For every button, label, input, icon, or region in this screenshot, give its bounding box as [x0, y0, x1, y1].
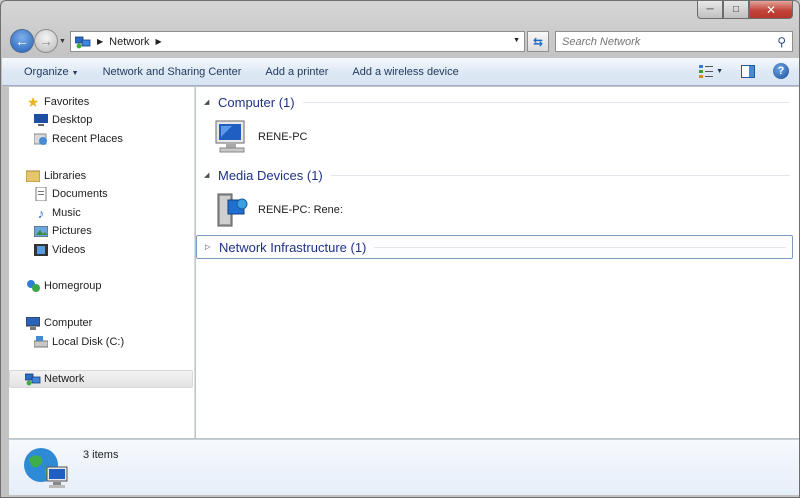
- nav-pictures-label: Pictures: [52, 225, 92, 237]
- network-item-rene-pc[interactable]: RENE-PC: [212, 117, 308, 157]
- nav-pictures[interactable]: Pictures: [33, 222, 92, 240]
- nav-favorites[interactable]: ★ Favorites: [25, 93, 90, 111]
- libraries-icon: [25, 168, 41, 184]
- computer-icon: [215, 120, 245, 153]
- nav-local-disk-label: Local Disk (C:): [52, 336, 125, 348]
- preview-pane-icon[interactable]: [741, 64, 755, 78]
- document-icon: [33, 186, 49, 202]
- group-header-media-devices[interactable]: ◢ Media Devices (1): [200, 165, 796, 185]
- nav-documents[interactable]: Documents: [33, 185, 108, 203]
- nav-desktop[interactable]: Desktop: [33, 111, 92, 129]
- nav-local-disk[interactable]: Local Disk (C:): [33, 333, 124, 351]
- explorer-window: ─ □ ✕ ← → ▼ ▶ Network ▶ ▼ ⇆ ⚲ Organize▼ …: [0, 0, 800, 498]
- add-printer-button[interactable]: Add a printer: [253, 66, 340, 78]
- homegroup-icon: [25, 278, 41, 294]
- nav-libraries[interactable]: Libraries: [25, 167, 86, 185]
- nav-computer-label: Computer: [44, 317, 93, 329]
- network-item-label: RENE-PC: [258, 131, 308, 143]
- address-bar[interactable]: ▶ Network ▶ ▼: [70, 31, 525, 52]
- nav-music-label: Music: [52, 207, 81, 219]
- minimize-button[interactable]: ─: [697, 1, 723, 19]
- close-button[interactable]: ✕: [749, 1, 793, 19]
- group-divider: [302, 101, 790, 103]
- nav-computer[interactable]: Computer: [25, 314, 92, 332]
- view-options-chevron-icon[interactable]: ▼: [716, 68, 723, 75]
- recent-pages-dropdown[interactable]: ▼: [59, 38, 66, 45]
- nav-documents-label: Documents: [52, 188, 108, 200]
- back-arrow-icon: ←: [15, 33, 29, 49]
- nav-network[interactable]: Network: [9, 370, 193, 388]
- nav-videos-label: Videos: [52, 244, 86, 256]
- star-icon: ★: [26, 93, 40, 110]
- navigation-pane: ★ Favorites Desktop Recent Places Librar…: [9, 87, 195, 438]
- command-bar: Organize ▼ Network and Sharing Center Add…: [2, 58, 799, 86]
- add-wireless-device-button[interactable]: Add a wireless device: [340, 66, 470, 78]
- group-title-network-infrastructure: Network Infrastructure (1): [219, 239, 367, 255]
- recent-places-icon: [33, 131, 49, 147]
- desktop-icon: [33, 112, 49, 128]
- breadcrumb-separator-icon[interactable]: ▶: [97, 37, 103, 46]
- nav-homegroup[interactable]: Homegroup: [25, 277, 101, 295]
- network-sharing-center-button[interactable]: Network and Sharing Center: [91, 66, 254, 78]
- organize-label: Organize: [24, 65, 69, 78]
- forward-button[interactable]: →: [34, 29, 58, 53]
- collapse-triangle-icon[interactable]: ◢: [204, 171, 218, 179]
- network-globe-icon: [24, 448, 68, 488]
- search-icon[interactable]: ⚲: [777, 35, 786, 49]
- nav-network-label: Network: [44, 373, 85, 385]
- network-icon: [25, 371, 41, 387]
- help-icon[interactable]: ?: [773, 63, 789, 79]
- details-pane: 3 items: [9, 439, 799, 495]
- nav-desktop-label: Desktop: [52, 114, 93, 126]
- group-header-computer[interactable]: ◢ Computer (1): [200, 92, 796, 112]
- group-header-network-infrastructure[interactable]: ▷ Network Infrastructure (1): [196, 235, 793, 259]
- nav-favorites-label: Favorites: [44, 96, 90, 108]
- nav-videos[interactable]: Videos: [33, 241, 85, 259]
- media-item-label: RENE-PC: Rene:: [258, 204, 343, 216]
- back-button[interactable]: ←: [10, 29, 34, 53]
- group-divider: [330, 174, 790, 176]
- group-title-media-devices: Media Devices (1): [218, 167, 323, 183]
- view-controls: ▼ ?: [698, 63, 789, 79]
- media-item-rene-pc[interactable]: RENE-PC: Rene:: [212, 190, 343, 230]
- nav-recent-places-label: Recent Places: [52, 133, 123, 145]
- group-divider: [374, 246, 786, 248]
- address-dropdown-icon[interactable]: ▼: [513, 37, 520, 44]
- expand-triangle-icon[interactable]: ▷: [205, 243, 219, 251]
- videos-icon: [33, 242, 49, 258]
- pictures-icon: [33, 223, 49, 239]
- breadcrumb-network[interactable]: Network: [109, 36, 149, 48]
- change-view-icon[interactable]: [698, 64, 714, 78]
- chevron-down-icon: ▼: [71, 69, 79, 77]
- content-area: ◢ Computer (1) RENE-PC ◢ Media Devices (…: [196, 87, 799, 438]
- nav-libraries-label: Libraries: [44, 170, 87, 182]
- refresh-icon: ⇆: [532, 34, 544, 49]
- nav-homegroup-label: Homegroup: [44, 280, 102, 292]
- organize-button[interactable]: Organize ▼: [2, 66, 91, 78]
- local-disk-icon: [33, 334, 49, 350]
- network-icon: [75, 36, 91, 48]
- media-device-icon: [217, 193, 248, 227]
- search-input[interactable]: [562, 35, 772, 48]
- music-icon: ♪: [37, 205, 45, 221]
- caption-buttons: ─ □ ✕: [697, 1, 793, 19]
- maximize-button[interactable]: □: [723, 1, 749, 19]
- group-title-computer: Computer (1): [218, 94, 295, 110]
- forward-arrow-icon: →: [39, 33, 53, 49]
- nav-music[interactable]: ♪ Music: [33, 204, 81, 222]
- search-box[interactable]: ⚲: [555, 31, 793, 52]
- item-count: 3 items: [83, 449, 119, 461]
- computer-icon: [25, 315, 41, 331]
- refresh-button[interactable]: ⇆: [527, 31, 549, 52]
- breadcrumb-chevron-icon[interactable]: ▶: [156, 37, 162, 46]
- nav-recent-places[interactable]: Recent Places: [33, 130, 123, 148]
- collapse-triangle-icon[interactable]: ◢: [204, 98, 218, 106]
